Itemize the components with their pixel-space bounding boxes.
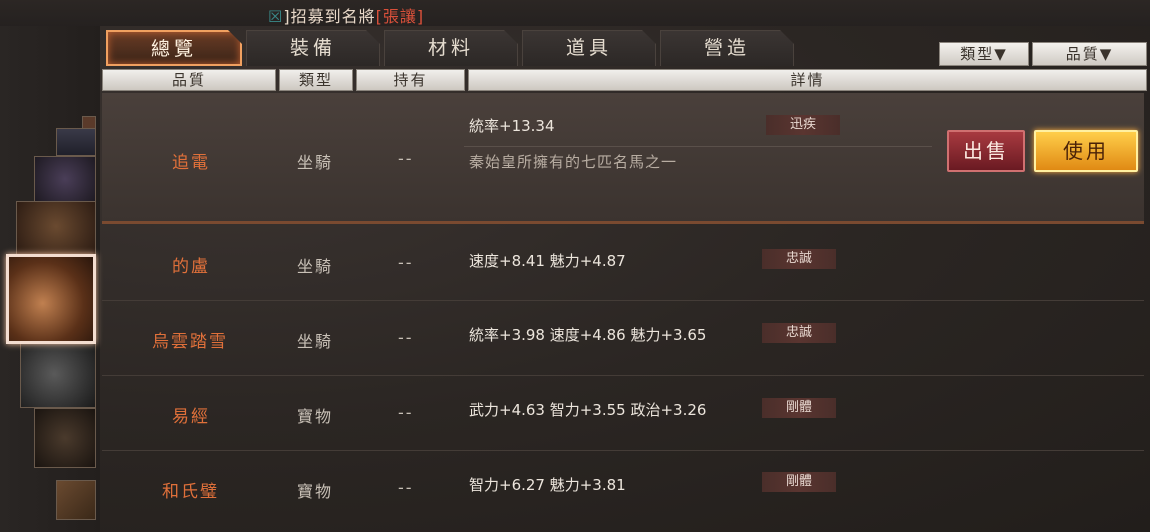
item-trait-badge: 忠誠 [762,249,836,269]
recruit-notice: ☒]招募到名將[張讓] [268,7,425,26]
thumbnail-horse-black[interactable] [34,408,96,468]
item-type: 寶物 [297,407,334,426]
thumbnail-horse-dilu[interactable] [20,340,96,408]
item-trait-badge: 忠誠 [762,323,836,343]
detail-divider [464,146,932,147]
item-description: 秦始皇所擁有的七匹名馬之一 [469,153,678,171]
item-row[interactable]: 和氏璧 寶物 -- 智力+6.27 魅力+3.81 剛體 [102,451,1144,532]
column-header-type[interactable]: 類型 [279,69,353,91]
item-row[interactable]: 易經 寶物 -- 武力+4.63 智力+3.55 政治+3.26 剛體 [102,376,1144,451]
item-stats: 速度+8.41 魅力+4.87 [469,252,626,270]
thumbnail-armor-1[interactable] [56,128,96,156]
quality-filter-dropdown[interactable]: 品質▼ [1032,42,1147,66]
item-trait-badge: 剛體 [762,398,836,418]
item-row[interactable]: 的盧 坐騎 -- 速度+8.41 魅力+4.87 忠誠 [102,227,1144,301]
thumbnail-armor-3[interactable] [16,201,96,257]
item-stats: 統率+3.98 速度+4.86 魅力+3.65 [469,326,707,344]
item-type: 坐騎 [297,332,334,351]
item-owned: -- [398,149,414,168]
item-trait-badge: 迅疾 [766,115,840,135]
item-name: 烏雲踏雪 [152,332,228,352]
item-row[interactable]: 烏雲踏雪 坐騎 -- 統率+3.98 速度+4.86 魅力+3.65 忠誠 [102,301,1144,376]
thumbnail-horse-zhuidian-selected[interactable] [6,254,96,344]
item-trait-badge: 剛體 [762,472,836,492]
tab-construction[interactable]: 營造 [660,30,794,66]
notice-general-name: 張讓 [382,7,417,26]
use-button[interactable]: 使用 [1034,130,1138,172]
thumbnail-armor-2[interactable] [34,156,96,202]
notice-text: 招募到名將 [290,7,376,26]
item-owned: -- [398,253,414,272]
item-name: 易經 [172,407,210,427]
column-header-quality[interactable]: 品質 [102,69,276,91]
notice-bar [0,0,1150,26]
notice-icon: ☒ [268,7,284,26]
tab-equipment[interactable]: 裝備 [246,30,380,66]
tab-materials[interactable]: 材料 [384,30,518,66]
item-name: 和氏璧 [162,482,219,502]
type-filter-dropdown[interactable]: 類型▼ [939,42,1029,66]
item-name: 的盧 [172,257,210,277]
item-type: 寶物 [297,482,334,501]
item-name: 追電 [172,153,210,173]
tab-overview[interactable]: 總覽 [106,30,242,66]
tab-items[interactable]: 道具 [522,30,656,66]
thumbnail-book[interactable] [56,480,96,520]
item-owned: -- [398,328,414,347]
item-stats: 統率+13.34 [469,117,555,135]
item-stats: 武力+4.63 智力+3.55 政治+3.26 [469,401,707,419]
column-header-detail: 詳情 [468,69,1147,91]
item-type: 坐騎 [297,257,334,276]
item-type: 坐騎 [297,153,334,172]
notice-bracket: ] [283,7,291,26]
item-owned: -- [398,478,414,497]
column-header-owned[interactable]: 持有 [356,69,465,91]
item-stats: 智力+6.27 魅力+3.81 [469,476,626,494]
item-owned: -- [398,403,414,422]
sell-button[interactable]: 出售 [947,130,1025,172]
